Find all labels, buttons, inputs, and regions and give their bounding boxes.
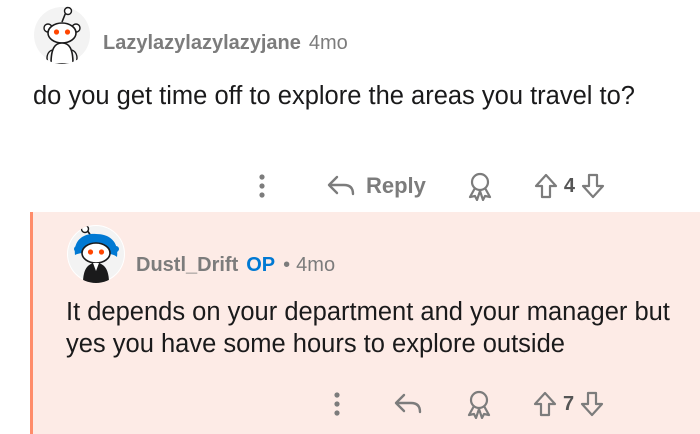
comment-actions: 7 [325, 384, 604, 424]
comment-thread: Lazylazylazylazyjane 4mo do you get time… [0, 0, 700, 434]
upvote-button[interactable] [534, 173, 558, 199]
comment-body: It depends on your department and your m… [66, 298, 670, 358]
snoo-avatar-icon [34, 6, 90, 64]
downvote-button[interactable] [581, 173, 605, 199]
comment-age: 4mo [296, 254, 336, 276]
upvote-icon [534, 173, 558, 199]
op-badge: OP [246, 254, 276, 276]
reply-arrow-icon [394, 393, 422, 414]
reply-label: Reply [366, 173, 426, 198]
award-button[interactable] [465, 389, 493, 419]
comment-meta: Dustl_Drift OP • 4mo [136, 254, 335, 277]
downvote-icon [581, 173, 605, 199]
award-button[interactable] [466, 171, 494, 201]
reply-comment: Dustl_Drift OP • 4mo It depends on your … [30, 212, 700, 434]
comment-body: do you get time off to explore the areas… [33, 82, 635, 110]
award-icon [468, 172, 492, 201]
comment: Lazylazylazylazyjane 4mo do you get time… [0, 0, 700, 212]
downvote-icon [581, 391, 604, 417]
snoo-avatar-icon [68, 225, 124, 283]
upvote-icon [533, 391, 557, 417]
username[interactable]: Dustl_Drift [136, 254, 238, 277]
vote-count: 4 [563, 174, 576, 197]
award-icon [467, 390, 491, 419]
more-options-button[interactable] [250, 166, 274, 206]
reply-button[interactable] [393, 392, 423, 416]
comment-actions: Reply 4 [250, 166, 605, 206]
more-vertical-icon [259, 174, 265, 198]
user-avatar[interactable] [33, 6, 91, 64]
comment-meta: Lazylazylazylazyjane 4mo [103, 32, 348, 55]
user-avatar[interactable] [67, 225, 125, 283]
more-options-button[interactable] [325, 384, 349, 424]
upvote-button[interactable] [533, 391, 557, 417]
meta-separator: • [283, 254, 291, 276]
reply-button[interactable]: Reply [326, 173, 426, 199]
username[interactable]: Lazylazylazylazyjane [103, 32, 301, 55]
vote-count: 7 [563, 392, 575, 415]
more-vertical-icon [334, 392, 340, 416]
comment-age: 4mo [308, 32, 348, 54]
downvote-button[interactable] [580, 391, 604, 417]
reply-arrow-icon [327, 175, 355, 196]
